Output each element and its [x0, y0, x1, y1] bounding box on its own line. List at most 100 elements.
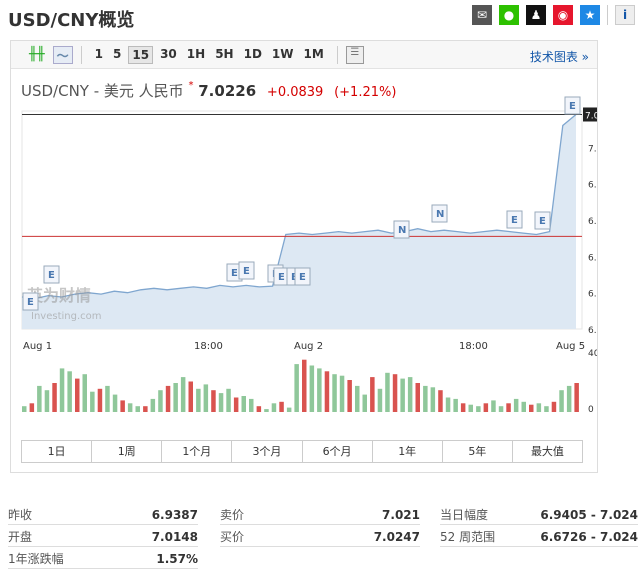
volume-bar: [498, 406, 504, 412]
stat-row: 卖价 7.021: [220, 505, 420, 525]
volume-bar: [385, 372, 390, 412]
volume-bar: [430, 387, 436, 412]
volume-bar: [476, 406, 481, 412]
stat-label: 当日幅度: [440, 508, 489, 522]
stat-value: 7.0247: [373, 529, 420, 544]
share-bar: ✉ ● ♟ ◉ ★ i: [472, 5, 635, 25]
interval-1H[interactable]: 1H: [184, 46, 208, 64]
x-tick-label: Aug 5: [556, 341, 585, 352]
email-icon[interactable]: ✉: [472, 5, 492, 25]
volume-bar: [453, 398, 458, 412]
volume-bar: [529, 404, 534, 412]
range-0[interactable]: 1日: [22, 441, 93, 462]
stat-value: 7.0148: [151, 529, 198, 544]
volume-bar: [460, 403, 466, 412]
interval-1W[interactable]: 1W: [269, 46, 297, 64]
volume-bar: [468, 404, 473, 412]
last-price-label: 7.0226: [585, 111, 597, 121]
volume-bar: [309, 365, 315, 412]
volume-bar: [75, 378, 80, 412]
price-chart[interactable]: 7.0226 7.0000 6.9750 6.9500 6.9250 6.9000 6.87…: [11, 81, 597, 441]
volume-bar: [339, 375, 345, 412]
line-chart-icon[interactable]: 〜: [52, 45, 73, 64]
volume-bar: [67, 371, 72, 412]
event-marker-label: E: [243, 266, 250, 277]
divider: [80, 45, 82, 64]
stat-label: 买价: [220, 530, 245, 544]
volume-bar: [241, 396, 246, 412]
volume-bar: [173, 383, 178, 412]
stat-row: 当日幅度 6.9405 - 7.024: [440, 505, 638, 525]
volume-bar: [188, 381, 193, 412]
event-marker-label: E: [539, 216, 546, 227]
range-3[interactable]: 3个月: [232, 441, 303, 462]
volume-bar: [105, 385, 110, 412]
y-tick-label: 6.9750: [588, 181, 597, 191]
candlestick-icon[interactable]: ╫╫: [29, 47, 45, 62]
volume-tick-label: 0: [588, 405, 594, 415]
range-1[interactable]: 1周: [92, 441, 163, 462]
divider: [336, 45, 338, 64]
stat-row: 1年涨跌幅 1.57%: [8, 549, 198, 569]
volume-bar: [400, 378, 405, 412]
stat-value: 6.9405 - 7.024: [540, 507, 638, 522]
watermark-text: Investing.com: [31, 311, 102, 322]
event-marker-label: N: [436, 209, 444, 220]
stat-value: 1.57%: [156, 551, 198, 566]
volume-bar: [196, 388, 201, 412]
volume-bar: [551, 401, 557, 412]
volume-bar: [423, 385, 428, 412]
divider: [607, 5, 608, 25]
event-marker-label: E: [27, 297, 34, 308]
tech-chart-link[interactable]: 技术图表 »: [530, 48, 589, 65]
volume-bar: [445, 397, 451, 412]
stat-label: 52 周范围: [440, 530, 496, 544]
weibo-icon[interactable]: ◉: [553, 5, 573, 25]
volume-bar: [82, 374, 87, 412]
interval-1D[interactable]: 1D: [241, 46, 265, 64]
volume-bar: [120, 400, 125, 412]
volume-bar: [271, 403, 277, 412]
qq-icon[interactable]: ♟: [526, 5, 546, 25]
favorite-icon[interactable]: ★: [580, 5, 600, 25]
info-icon[interactable]: i: [615, 5, 635, 25]
volume-bar: [392, 374, 398, 412]
stat-label: 昨收: [8, 508, 33, 522]
interval-1[interactable]: 1: [92, 46, 106, 64]
event-marker-label: E: [278, 272, 285, 283]
stat-row: 开盘 7.0148: [8, 527, 198, 547]
volume-bar: [302, 359, 307, 412]
volume-bar: [347, 380, 352, 412]
table-icon[interactable]: ☰: [345, 45, 364, 64]
volume-bar: [218, 393, 224, 412]
interval-15[interactable]: 15: [128, 45, 154, 64]
range-7[interactable]: 最大值: [513, 441, 582, 462]
volume-bar: [370, 377, 375, 412]
interval-5[interactable]: 5: [110, 46, 124, 64]
volume-bar: [574, 383, 579, 412]
range-6[interactable]: 5年: [443, 441, 513, 462]
y-tick-label: 6.9500: [588, 217, 597, 227]
volume-bar: [521, 401, 526, 412]
stat-row: 买价 7.0247: [220, 527, 420, 547]
volume-bar: [279, 401, 284, 412]
stat-value: 6.6726 - 7.024: [540, 529, 638, 544]
volume-bar: [506, 403, 511, 412]
interval-30[interactable]: 30: [157, 46, 180, 64]
range-2[interactable]: 1个月: [162, 441, 233, 462]
volume-bar: [22, 406, 27, 412]
y-tick-label: 6.9250: [588, 253, 597, 263]
interval-1M[interactable]: 1M: [301, 46, 327, 64]
volume-bar: [536, 403, 542, 412]
interval-5H[interactable]: 5H: [212, 46, 236, 64]
wechat-icon[interactable]: ●: [499, 5, 519, 25]
volume-tick-label: 400: [588, 349, 597, 359]
range-4[interactable]: 6个月: [303, 441, 373, 462]
range-5[interactable]: 1年: [373, 441, 443, 462]
volume-bar: [362, 394, 367, 412]
event-marker-label: E: [299, 272, 306, 283]
y-tick-label: 6.9000: [588, 290, 597, 300]
event-marker-label: E: [569, 101, 576, 112]
volume-bar: [150, 398, 156, 412]
volume-bar: [233, 397, 239, 412]
